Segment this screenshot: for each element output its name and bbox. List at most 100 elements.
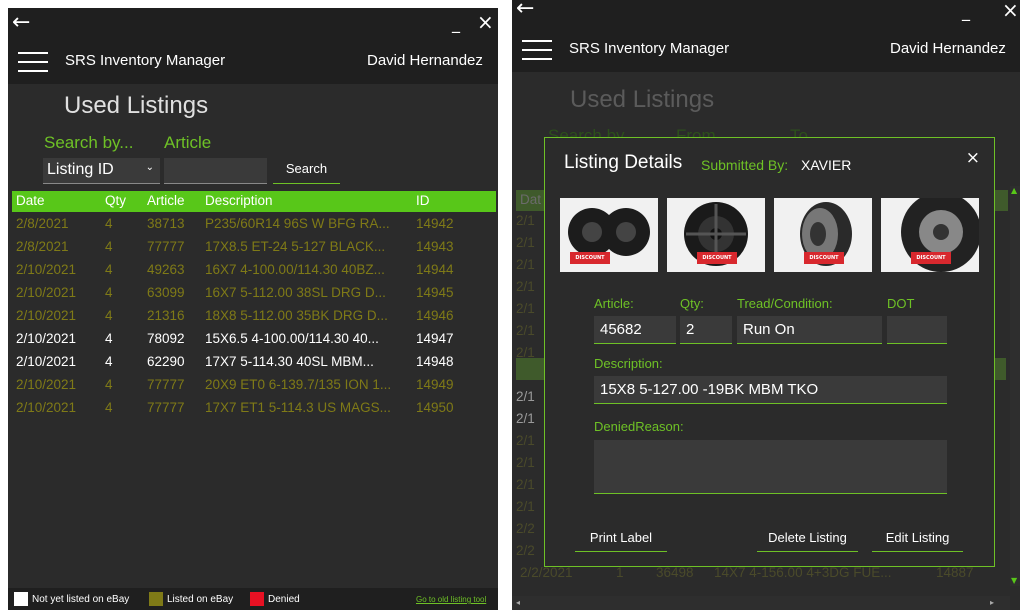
listing-details-dialog: Listing Details Submitted By: XAVIER × D… [544, 137, 995, 567]
table-row[interactable]: 2/2 [516, 543, 535, 558]
cell-id: 14945 [416, 285, 454, 300]
article-label: Article [164, 133, 212, 152]
table-row[interactable]: 2/1 [516, 213, 535, 228]
tire-photo-1[interactable]: DISCOUNT [560, 198, 658, 272]
article-search-input[interactable] [164, 158, 267, 184]
legend-listed: Listed on eBay [167, 594, 234, 605]
discount-tag: DISCOUNT [697, 252, 737, 264]
discount-tag: DISCOUNT [911, 252, 951, 264]
vertical-scrollbar[interactable]: ▲ ▼ [1010, 186, 1020, 586]
table-row[interactable]: 2/1 [516, 323, 535, 338]
delete-listing-button[interactable]: Delete Listing [757, 530, 858, 552]
cell-desc: 15X6.5 4-100.00/114.30 40... [205, 331, 379, 346]
search-field-select[interactable]: Listing ID ⌄ [43, 158, 160, 184]
scroll-right-icon[interactable]: ▸ [990, 598, 994, 607]
select-value: Listing ID [47, 161, 114, 178]
page-title: Used Listings [64, 92, 209, 119]
col-id[interactable]: ID [416, 193, 430, 208]
table-row[interactable]: 2/1 [516, 455, 535, 470]
old-listing-tool-link[interactable]: Go to old listing tool [416, 595, 486, 604]
close-button[interactable]: × [1002, 0, 1019, 22]
tire-photo-4[interactable]: DISCOUNT [881, 198, 979, 272]
table-row[interactable]: 2/2 [516, 521, 535, 536]
white-swatch [14, 592, 28, 606]
qty-field[interactable]: 2 [680, 316, 732, 344]
back-arrow-icon[interactable]: ← [12, 10, 30, 36]
cell-desc: 17X7 5-114.30 40SL MBM... [205, 354, 374, 369]
minimize-button[interactable]: _ [962, 2, 970, 21]
table-row[interactable]: 2/10/2021 4 49263 16X7 4-100.00/114.30 40BZ… [12, 259, 496, 282]
table-row[interactable]: 2/1 [516, 235, 535, 250]
discount-tag: DISCOUNT [570, 252, 610, 264]
table-row[interactable]: 2/1 [516, 477, 535, 492]
cell-date: 2/10/2021 [16, 285, 77, 300]
cell-desc: 17X8.5 ET-24 5-127 BLACK... [205, 239, 386, 254]
table-row[interactable]: 2/1 [516, 389, 535, 404]
cell-id: 14947 [416, 331, 454, 346]
title-bar: ← _ × [8, 8, 498, 40]
tread-label: Tread/Condition: [737, 296, 833, 311]
cell-id: 14943 [416, 239, 454, 254]
dialog-title: Listing Details [564, 152, 683, 173]
scroll-up-icon[interactable]: ▲ [1011, 186, 1019, 196]
table-row[interactable]: 2/10/2021 4 63099 16X7 5-112.00 38SL DRG D.… [12, 282, 496, 305]
hamburger-menu-icon[interactable] [18, 52, 48, 72]
cell-qty: 4 [105, 262, 113, 277]
cell-date: 2/10/2021 [16, 308, 77, 323]
table-row[interactable]: 2/10/2021 4 77777 20X9 ET0 6-139.7/135 ION … [12, 374, 496, 397]
table-row[interactable]: 2/1 [516, 411, 535, 426]
close-button[interactable]: × [477, 10, 494, 34]
back-arrow-icon[interactable]: ← [516, 0, 534, 22]
table-row[interactable]: 2/1 [516, 279, 535, 294]
cell-id: 14942 [416, 216, 454, 231]
cell-date: 2/8/2021 [16, 239, 69, 254]
article-label: Article: [594, 296, 634, 311]
scroll-left-icon[interactable]: ◂ [516, 598, 520, 607]
hamburger-menu-icon[interactable] [522, 40, 552, 60]
user-name[interactable]: David Hernandez [367, 52, 483, 69]
cell-date: 2/10/2021 [16, 354, 77, 369]
col-date[interactable]: Date [16, 193, 45, 208]
denied-reason-label: DeniedReason: [594, 419, 684, 434]
dialog-close-button[interactable]: × [966, 148, 980, 168]
table-row[interactable]: 2/1 [516, 433, 535, 448]
description-field[interactable]: 15X8 5-127.00 -19BK MBM TKO [594, 376, 947, 404]
table-row[interactable]: 2/2/2021 1 36498 14X7 4-156.00 4+3DG FUE… [516, 565, 1006, 585]
scroll-down-icon[interactable]: ▼ [1011, 576, 1019, 586]
cell-date: 2/2 [516, 521, 535, 536]
cell-qty: 4 [105, 331, 113, 346]
tread-condition-field[interactable]: Run On [737, 316, 882, 344]
table-row[interactable]: 2/1 [516, 257, 535, 272]
table-row[interactable]: 2/1 [516, 301, 535, 316]
cell-date: 2/1 [516, 499, 535, 514]
horizontal-scrollbar[interactable]: ◂ ▸ [512, 596, 1010, 610]
cell-date: 2/1 [516, 433, 535, 448]
table-row[interactable]: 2/1 [516, 499, 535, 514]
table-row[interactable]: 2/10/2021 4 62290 17X7 5-114.30 40SL MBM...… [12, 351, 496, 374]
denied-reason-field[interactable] [594, 440, 947, 494]
article-field[interactable]: 45682 [594, 316, 676, 344]
col-qty[interactable]: Qty [105, 193, 126, 208]
print-label-button[interactable]: Print Label [575, 530, 667, 552]
table-row[interactable]: 2/8/2021 4 38713 P235/60R14 96S W BFG RA...… [12, 213, 496, 236]
edit-listing-button[interactable]: Edit Listing [872, 530, 963, 552]
table-row[interactable]: 2/10/2021 4 21316 18X8 5-112.00 35BK DRG D.… [12, 305, 496, 328]
dot-field[interactable] [887, 316, 947, 344]
cell-qty: 4 [105, 354, 113, 369]
minimize-button[interactable]: _ [452, 14, 460, 33]
col-article[interactable]: Article [147, 193, 185, 208]
table-row[interactable]: 2/10/2021 4 77777 17X7 ET1 5-114.3 US MAGS.… [12, 397, 496, 420]
col-description[interactable]: Description [205, 193, 273, 208]
tire-photo-3[interactable]: DISCOUNT [774, 198, 872, 272]
cell-date: 2/10/2021 [16, 262, 77, 277]
cell-desc: 20X9 ET0 6-139.7/135 ION 1... [205, 377, 392, 392]
table-row[interactable]: 2/10/2021 4 78092 15X6.5 4-100.00/114.30 40… [12, 328, 496, 351]
tire-photo-2[interactable]: DISCOUNT [667, 198, 765, 272]
user-name[interactable]: David Hernandez [890, 40, 1006, 57]
cell-date: 2/1 [516, 257, 535, 272]
cell-desc: 17X7 ET1 5-114.3 US MAGS... [205, 400, 391, 415]
cell-qty: 4 [105, 308, 113, 323]
search-button[interactable]: Search [273, 161, 340, 184]
cell-date: 2/1 [516, 389, 535, 404]
table-row[interactable]: 2/8/2021 4 77777 17X8.5 ET-24 5-127 BLACK..… [12, 236, 496, 259]
